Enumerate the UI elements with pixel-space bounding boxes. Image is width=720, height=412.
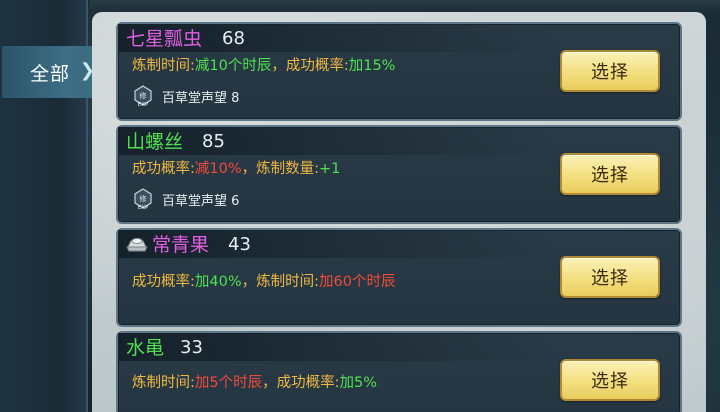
silver-ingot-icon xyxy=(126,238,148,252)
item-level: 33 xyxy=(180,337,203,358)
select-button[interactable]: 选择 xyxy=(560,359,660,401)
item-level: 85 xyxy=(202,131,225,152)
select-button[interactable]: 选择 xyxy=(560,256,660,298)
svg-text:修: 修 xyxy=(140,194,147,203)
item-name: 山螺丝 xyxy=(126,131,184,153)
tab-all-label: 全部 xyxy=(30,62,71,85)
list-item: 常青果 43 成功概率:加40%，炼制时间:加60个时辰 选择 xyxy=(116,228,682,327)
exp-badge-icon: 修 EXP xyxy=(134,188,152,210)
item-name: 常青果 xyxy=(152,234,210,256)
top-strip xyxy=(90,0,720,12)
select-button[interactable]: 选择 xyxy=(560,153,660,195)
item-list[interactable]: 七星瓢虫 68 炼制时间:减10个时辰，成功概率:加15% 修 EXP 百草堂声… xyxy=(92,12,706,412)
list-item: 七星瓢虫 68 炼制时间:减10个时辰，成功概率:加15% 修 EXP 百草堂声… xyxy=(116,22,682,121)
item-effect: 成功概率:加40%，炼制时间:加60个时辰 xyxy=(132,274,396,290)
list-item: 水黾 33 炼制时间:加5个时辰，成功概率:加5% 选择 xyxy=(116,331,682,412)
reputation-text: 百草堂声望 8 xyxy=(162,90,240,106)
tab-all[interactable]: 全部 ❯ xyxy=(2,46,106,98)
item-name: 七星瓢虫 xyxy=(126,28,203,50)
svg-text:EXP: EXP xyxy=(138,205,149,210)
svg-text:EXP: EXP xyxy=(138,102,149,107)
exp-badge-icon: 修 EXP xyxy=(134,85,152,107)
reputation-row: 修 EXP 百草堂声望 6 xyxy=(132,187,239,211)
reputation-row: 修 EXP 百草堂声望 8 xyxy=(132,84,239,108)
select-button[interactable]: 选择 xyxy=(560,50,660,92)
item-level: 68 xyxy=(222,28,245,49)
reputation-text: 百草堂声望 6 xyxy=(162,193,240,209)
item-name: 水黾 xyxy=(126,337,165,359)
svg-text:修: 修 xyxy=(140,91,147,100)
item-effect: 炼制时间:减10个时辰，成功概率:加15% xyxy=(132,58,396,74)
list-item: 山螺丝 85 成功概率:减10%，炼制数量:+1 修 EXP 百草堂声望 6 选… xyxy=(116,125,682,224)
item-level: 43 xyxy=(228,234,251,255)
item-effect: 成功概率:减10%，炼制数量:+1 xyxy=(132,161,341,177)
item-effect: 炼制时间:加5个时辰，成功概率:加5% xyxy=(132,375,378,391)
